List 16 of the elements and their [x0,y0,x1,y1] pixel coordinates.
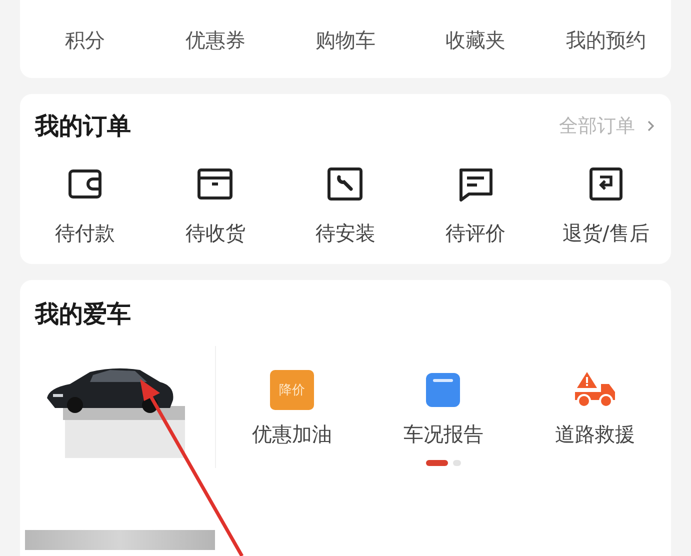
section-title: 我的订单 [35,111,131,142]
service-label[interactable]: 优惠加油 [252,420,332,448]
shortcut-label[interactable]: 优惠券 [185,26,246,54]
service-label[interactable]: 道路救援 [555,420,636,448]
order-label[interactable]: 待收货 [185,220,246,246]
order-label[interactable]: 待付款 [55,220,116,246]
shortcut-label[interactable]: 购物车 [315,26,376,54]
section-title: 我的爱车 [35,299,132,330]
order-label[interactable]: 待安装 [315,220,376,246]
service-label[interactable]: 车况报告 [403,420,484,448]
shortcut-label[interactable]: 积分 [65,26,106,54]
order-label[interactable]: 退货/售后 [562,220,650,246]
order-label[interactable]: 待评价 [446,220,506,246]
shortcut-label[interactable]: 我的预约 [566,26,646,54]
shortcut-label[interactable]: 收藏夹 [446,26,506,54]
chevron-icon [647,120,655,132]
